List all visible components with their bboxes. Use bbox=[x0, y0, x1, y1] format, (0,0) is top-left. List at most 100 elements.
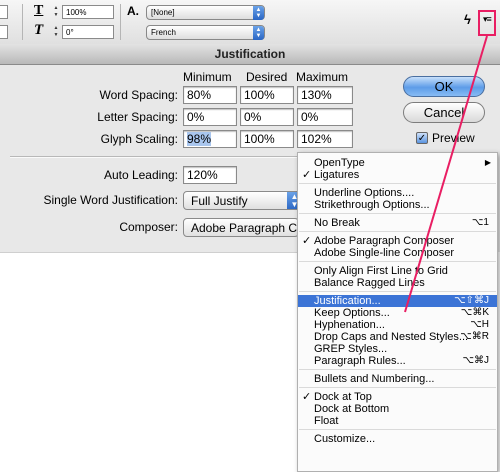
preview-checkbox[interactable]: ✓ bbox=[416, 132, 428, 144]
menu-item-customize[interactable]: Customize... bbox=[298, 433, 497, 445]
menu-item-opentype[interactable]: OpenType ▶ bbox=[298, 157, 497, 169]
menu-item-keep-options[interactable]: Keep Options... ⌥⌘K bbox=[298, 307, 497, 319]
single-word-justification-select[interactable]: Full Justify ▲ ▼ bbox=[183, 191, 303, 210]
menu-item-label: Float bbox=[314, 415, 339, 427]
menu-item-label: Drop Caps and Nested Styles... bbox=[314, 331, 469, 343]
menu-item-label: Dock at Bottom bbox=[314, 403, 390, 415]
menu-item-dock-at-top[interactable]: ✓ Dock at Top bbox=[298, 391, 497, 403]
lightning-icon[interactable]: ϟ bbox=[464, 12, 471, 27]
menu-item-adobe-paragraph-composer[interactable]: ✓ Adobe Paragraph Composer bbox=[298, 235, 497, 247]
cut-off-field-bottom[interactable] bbox=[0, 25, 8, 39]
glyph-scaling-min-field[interactable]: 98% bbox=[183, 130, 237, 148]
tracking-stepper[interactable]: ▲ ▼ bbox=[52, 5, 60, 19]
menu-item-paragraph-rules[interactable]: Paragraph Rules... ⌥⌘J bbox=[298, 355, 497, 367]
letter-spacing-min-field[interactable]: 0% bbox=[183, 108, 237, 126]
menu-item-shortcut: ⌥⇧⌘J bbox=[454, 295, 489, 306]
checkmark-icon: ✓ bbox=[302, 391, 312, 403]
single-word-justification-label: Single Word Justification: bbox=[43, 193, 178, 207]
menu-item-shortcut: ⌥1 bbox=[471, 217, 489, 228]
letter-spacing-max-field[interactable]: 0% bbox=[297, 108, 353, 126]
menu-item-bullets-and-numbering[interactable]: Bullets and Numbering... bbox=[298, 373, 497, 385]
checkmark-icon: ✓ bbox=[302, 235, 312, 247]
composer-select[interactable]: Adobe Paragraph Composer bbox=[183, 218, 299, 237]
menu-separator bbox=[299, 183, 496, 184]
menu-item-label: Only Align First Line to Grid bbox=[314, 265, 448, 277]
character-style-icon: A. bbox=[127, 4, 139, 18]
menu-item-drop-caps-and-nested-styles[interactable]: Drop Caps and Nested Styles... ⌥⌘R bbox=[298, 331, 497, 343]
menu-item-shortcut: ⌥⌘K bbox=[460, 307, 489, 318]
word-spacing-desired-field[interactable]: 100% bbox=[240, 86, 294, 104]
annotation-highlight-box bbox=[478, 10, 496, 36]
control-panel: T ▲ ▼ 100% T ▲ ▼ 0° A. [None] ▲ ▼ French ▲ ▼… bbox=[0, 0, 500, 45]
separator bbox=[22, 4, 23, 40]
menu-item-label: Bullets and Numbering... bbox=[314, 373, 435, 385]
menu-item-ligatures[interactable]: ✓ Ligatures bbox=[298, 169, 497, 181]
auto-leading-field[interactable]: 120% bbox=[183, 166, 237, 184]
checkmark-icon: ✓ bbox=[302, 169, 312, 181]
language-select[interactable]: French ▲ ▼ bbox=[146, 25, 265, 40]
menu-item-shortcut: ⌥H bbox=[470, 319, 489, 330]
glyph-scaling-label: Glyph Scaling: bbox=[100, 132, 178, 146]
tracking-field[interactable]: 100% bbox=[62, 5, 114, 19]
menu-separator bbox=[299, 213, 496, 214]
menu-item-balance-ragged-lines[interactable]: Balance Ragged Lines bbox=[298, 277, 497, 289]
word-spacing-label: Word Spacing: bbox=[99, 88, 179, 102]
character-style-select[interactable]: [None] ▲ ▼ bbox=[146, 5, 265, 20]
language-value: French bbox=[151, 28, 176, 37]
menu-item-label: Underline Options.... bbox=[314, 187, 415, 199]
menu-item-only-align-first-line-to-grid[interactable]: Only Align First Line to Grid bbox=[298, 265, 497, 277]
ok-button[interactable]: OK bbox=[403, 76, 485, 97]
menu-item-dock-at-bottom[interactable]: Dock at Bottom bbox=[298, 403, 497, 415]
auto-leading-label: Auto Leading: bbox=[103, 168, 178, 182]
menu-item-label: Adobe Paragraph Composer bbox=[314, 235, 455, 247]
menu-item-grep-styles[interactable]: GREP Styles... bbox=[298, 343, 497, 355]
menu-item-label: Dock at Top bbox=[314, 391, 372, 403]
menu-item-shortcut: ⌥⌘R bbox=[460, 331, 489, 342]
menu-item-no-break[interactable]: No Break ⌥1 bbox=[298, 217, 497, 229]
menu-separator bbox=[299, 369, 496, 370]
menu-item-label: Justification... bbox=[314, 295, 381, 307]
submenu-arrow-icon: ▶ bbox=[484, 158, 491, 167]
menu-item-strikethrough-options[interactable]: Strikethrough Options... bbox=[298, 199, 497, 211]
cut-off-field-top[interactable] bbox=[0, 5, 8, 19]
menu-separator bbox=[299, 429, 496, 430]
menu-item-hyphenation[interactable]: Hyphenation... ⌥H bbox=[298, 319, 497, 331]
menu-item-label: Hyphenation... bbox=[314, 319, 385, 331]
menu-item-shortcut: ⌥⌘J bbox=[462, 355, 489, 366]
dialog-title: Justification bbox=[0, 44, 500, 65]
column-header-desired: Desired bbox=[246, 70, 288, 84]
control-panel-flyout-menu: OpenType ▶ ✓ Ligatures Underline Options....… bbox=[297, 152, 498, 472]
menu-separator bbox=[299, 387, 496, 388]
select-arrows-icon: ▲ ▼ bbox=[253, 26, 264, 40]
preview-label: Preview bbox=[432, 131, 475, 145]
glyph-scaling-desired-field[interactable]: 100% bbox=[240, 130, 294, 148]
selected-text: 98% bbox=[187, 132, 212, 146]
menu-item-adobe-single-line-composer[interactable]: Adobe Single-line Composer bbox=[298, 247, 497, 259]
menu-separator bbox=[299, 231, 496, 232]
menu-item-label: Strikethrough Options... bbox=[314, 199, 430, 211]
letter-spacing-label: Letter Spacing: bbox=[97, 110, 178, 124]
menu-item-underline-options[interactable]: Underline Options.... bbox=[298, 187, 497, 199]
cancel-button[interactable]: Cancel bbox=[403, 102, 485, 123]
menu-item-float[interactable]: Float bbox=[298, 415, 497, 427]
menu-separator bbox=[299, 261, 496, 262]
column-header-maximum: Maximum bbox=[296, 70, 349, 84]
word-spacing-min-field[interactable]: 80% bbox=[183, 86, 237, 104]
menu-item-label: Ligatures bbox=[314, 169, 360, 181]
menu-item-justification[interactable]: Justification... ⌥⇧⌘J bbox=[298, 295, 497, 307]
menu-item-label: GREP Styles... bbox=[314, 343, 388, 355]
glyph-scaling-max-field[interactable]: 102% bbox=[297, 130, 353, 148]
menu-item-label: Balance Ragged Lines bbox=[314, 277, 425, 289]
menu-item-label: No Break bbox=[314, 217, 360, 229]
menu-item-label: Keep Options... bbox=[314, 307, 390, 319]
letter-spacing-desired-field[interactable]: 0% bbox=[240, 108, 294, 126]
composer-value: Adobe Paragraph Composer bbox=[191, 221, 298, 235]
skew-stepper[interactable]: ▲ ▼ bbox=[52, 25, 60, 39]
character-style-value: [None] bbox=[151, 8, 175, 17]
single-word-justification-value: Full Justify bbox=[191, 194, 248, 208]
skew-field[interactable]: 0° bbox=[62, 25, 114, 39]
skew-icon: T bbox=[34, 22, 44, 38]
select-arrows-icon: ▲ ▼ bbox=[253, 6, 264, 20]
word-spacing-max-field[interactable]: 130% bbox=[297, 86, 353, 104]
tracking-icon: T bbox=[34, 3, 44, 18]
